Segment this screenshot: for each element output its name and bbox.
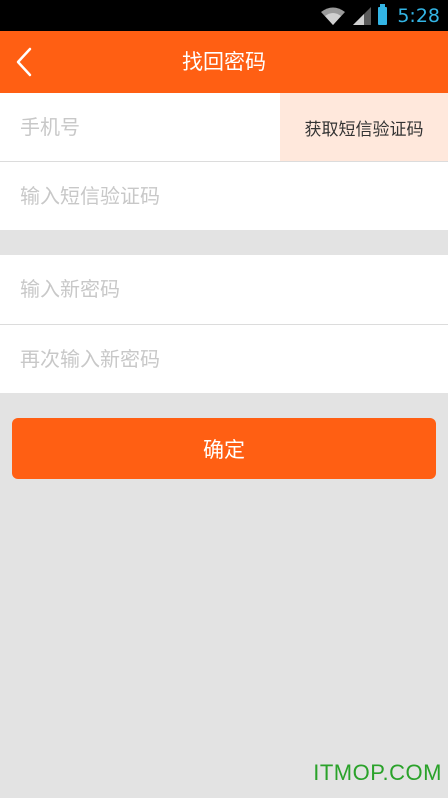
confirm-button[interactable]: 确定 (12, 418, 436, 479)
signal-icon (353, 6, 372, 25)
back-button[interactable] (8, 43, 40, 81)
verification-group: 获取短信验证码 (0, 93, 448, 230)
sms-code-input[interactable] (0, 162, 448, 230)
back-arrow-icon (16, 47, 32, 77)
phone-row: 获取短信验证码 (0, 93, 448, 161)
get-sms-code-button[interactable]: 获取短信验证码 (280, 93, 448, 161)
confirm-password-input[interactable] (0, 325, 448, 393)
new-password-row (0, 255, 448, 323)
status-icons: 5:28 (320, 0, 440, 31)
status-time: 5:28 (397, 4, 440, 27)
title-bar: 找回密码 (0, 31, 448, 93)
phone-input[interactable] (0, 93, 280, 161)
new-password-input[interactable] (0, 255, 448, 323)
confirm-password-row (0, 325, 448, 393)
password-group (0, 255, 448, 393)
page-title: 找回密码 (182, 50, 266, 74)
wifi-icon (321, 7, 346, 25)
watermark: ITMOP.COM (313, 760, 442, 785)
code-row (0, 162, 448, 230)
status-bar: 5:28 (0, 0, 448, 31)
battery-icon (378, 3, 388, 25)
